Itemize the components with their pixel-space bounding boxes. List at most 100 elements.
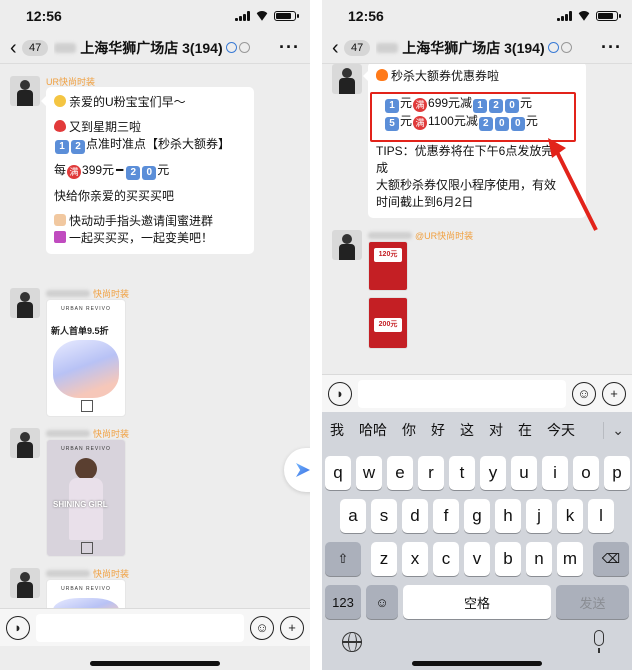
key-j[interactable]: j — [526, 499, 552, 533]
qr-code-icon — [81, 542, 93, 554]
key-p[interactable]: p — [604, 456, 630, 490]
coupon-image[interactable]: 200元 — [368, 297, 408, 349]
voice-input-icon[interactable]: ◗ — [328, 381, 352, 406]
backspace-icon: ⌫ — [601, 551, 621, 566]
key-m[interactable]: m — [557, 542, 583, 576]
candidate-word[interactable]: 好 — [431, 420, 445, 440]
expand-candidates-chevron-icon[interactable]: ⌄ — [603, 421, 624, 439]
key-o[interactable]: o — [573, 456, 599, 490]
candidate-word[interactable]: 哈哈 — [359, 420, 387, 440]
key-i[interactable]: i — [542, 456, 568, 490]
send-key[interactable]: 发送 — [556, 585, 629, 619]
back-chevron-icon[interactable]: ‹ — [10, 38, 22, 58]
right-phone-screen: 12:56 ‹ 47 上海华狮广场店 3(194) ··· 秒杀大额券优惠券啦 … — [322, 0, 632, 670]
sender-name: @UR快尚时装 — [415, 231, 474, 241]
more-options-icon[interactable]: ··· — [279, 37, 300, 58]
candidate-word[interactable]: 你 — [402, 420, 416, 440]
voice-input-icon[interactable]: ◗ — [6, 615, 30, 640]
back-chevron-icon[interactable]: ‹ — [332, 38, 344, 58]
chat-message: 快尚时装 URBAN REVIVO — [10, 568, 129, 608]
avatar[interactable] — [10, 568, 40, 598]
mute-bell-icon — [238, 42, 250, 53]
key-d[interactable]: d — [402, 499, 428, 533]
candidate-word[interactable]: 今天 — [547, 420, 575, 440]
arrow-right-icon — [296, 463, 310, 477]
candidate-word[interactable]: 在 — [518, 420, 532, 440]
key-u[interactable]: u — [511, 456, 537, 490]
plus-icon[interactable]: + — [602, 381, 626, 406]
pointing-hand-emoji-icon — [54, 214, 66, 226]
candidate-word[interactable]: 这 — [460, 420, 474, 440]
emoji-icon[interactable]: ☺ — [572, 381, 596, 406]
key-z[interactable]: z — [371, 542, 397, 576]
key-g[interactable]: g — [464, 499, 490, 533]
candidate-word[interactable]: 对 — [489, 420, 503, 440]
balloon-emoji-icon — [54, 120, 66, 132]
key-r[interactable]: r — [418, 456, 444, 490]
key-s[interactable]: s — [371, 499, 397, 533]
key-y[interactable]: y — [480, 456, 506, 490]
key-h[interactable]: h — [495, 499, 521, 533]
key-f[interactable]: f — [433, 499, 459, 533]
message-input[interactable] — [358, 379, 566, 408]
qr-code-icon — [81, 400, 93, 412]
coupon-image[interactable]: 120元 — [368, 241, 408, 291]
plus-icon[interactable]: + — [280, 615, 304, 640]
coupon-value: 200元 — [374, 318, 402, 332]
space-key[interactable]: 空格 — [403, 585, 551, 619]
avatar[interactable] — [10, 76, 40, 106]
globe-icon[interactable] — [342, 632, 362, 652]
message-input[interactable] — [36, 613, 244, 642]
poster-image[interactable]: URBAN REVIVO — [46, 579, 126, 608]
key-e[interactable]: e — [387, 456, 413, 490]
home-indicator — [90, 661, 220, 666]
emoji-key[interactable]: ☺ — [366, 585, 398, 619]
key-t[interactable]: t — [449, 456, 475, 490]
key-x[interactable]: x — [402, 542, 428, 576]
poster-brand: URBAN REVIVO — [61, 586, 111, 592]
key-c[interactable]: c — [433, 542, 459, 576]
status-bar: 12:56 — [322, 0, 632, 32]
chat-nav-bar: ‹ 47 上海华狮广场店 3(194) ··· — [322, 32, 632, 64]
coupon-value: 120元 — [374, 248, 402, 262]
key-w[interactable]: w — [356, 456, 382, 490]
keyboard: q w e r t y u i o p a s d f g h j k l ⇧ … — [322, 448, 632, 670]
poster-title: 新人首单9.5折 — [51, 326, 109, 336]
key-q[interactable]: q — [325, 456, 351, 490]
key-l[interactable]: l — [588, 499, 614, 533]
unread-badge[interactable]: 47 — [22, 39, 49, 56]
backspace-key[interactable]: ⌫ — [593, 542, 629, 576]
group-tag-icon — [547, 42, 559, 53]
keycap-1-icon: 1 — [55, 140, 69, 154]
emoji-icon[interactable]: ☺ — [250, 615, 274, 640]
key-a[interactable]: a — [340, 499, 366, 533]
battery-icon — [274, 11, 299, 21]
minus-emoji-icon: ━ — [116, 163, 124, 177]
avatar[interactable] — [332, 64, 362, 94]
avatar[interactable] — [10, 428, 40, 458]
chat-message-list[interactable]: UR快尚时装 亲爱的U粉宝宝们早～ 又到星期三啦 1 2 点准时准点【秒杀大额券】 … — [0, 64, 310, 608]
status-bar: 12:56 — [0, 0, 310, 32]
chat-input-bar: ◗ ☺ + — [0, 608, 310, 646]
microphone-icon[interactable] — [594, 630, 604, 653]
keycap-2-icon: 2 — [126, 166, 141, 180]
poster-brand: URBAN REVIVO — [61, 306, 111, 312]
poster-image[interactable]: URBAN REVIVO 新人首单9.5折 — [46, 299, 126, 417]
key-k[interactable]: k — [557, 499, 583, 533]
more-options-icon[interactable]: ··· — [601, 37, 622, 58]
key-n[interactable]: n — [526, 542, 552, 576]
fire-emoji-icon — [376, 69, 388, 81]
shift-key[interactable]: ⇧ — [325, 542, 361, 576]
numbers-key[interactable]: 123 — [325, 585, 361, 619]
candidate-word[interactable]: 我 — [330, 420, 344, 440]
key-v[interactable]: v — [464, 542, 490, 576]
group-tag-icon — [225, 42, 237, 53]
signal-icon — [235, 11, 250, 21]
left-phone-screen: 12:56 ‹ 47 上海华狮广场店 3(194) ··· UR快尚时装 亲爱的… — [0, 0, 310, 670]
message-bubble[interactable]: 亲爱的U粉宝宝们早～ 又到星期三啦 1 2 点准时准点【秒杀大额券】 每满 399元 ━… — [41, 87, 254, 254]
unread-badge[interactable]: 47 — [344, 39, 371, 56]
key-b[interactable]: b — [495, 542, 521, 576]
avatar[interactable] — [10, 288, 40, 318]
poster-image[interactable]: URBAN REVIVO SHINING GIRL — [46, 439, 126, 557]
avatar[interactable] — [332, 230, 362, 260]
